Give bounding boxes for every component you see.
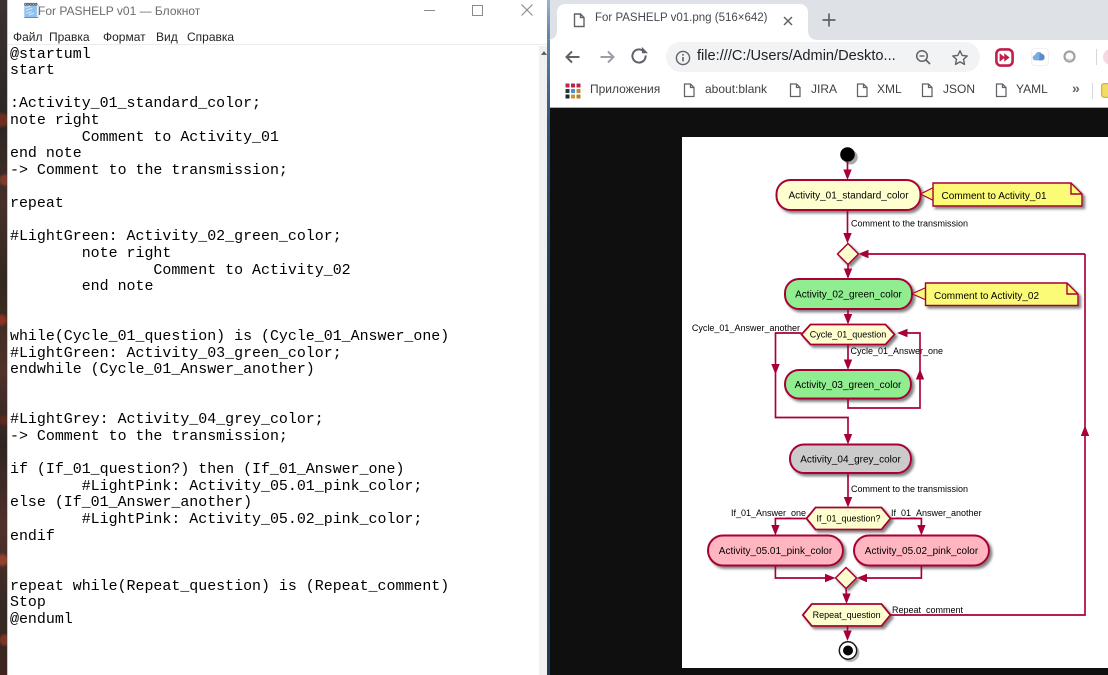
svg-text:Activity_01_standard_color: Activity_01_standard_color [788, 190, 909, 201]
svg-text:Activity_05.01_pink_color: Activity_05.01_pink_color [719, 546, 833, 557]
svg-text:Activity_05.02_pink_color: Activity_05.02_pink_color [865, 546, 979, 557]
svg-text:Repeat_question: Repeat_question [813, 610, 881, 620]
svg-text:Activity_04_grey_color: Activity_04_grey_color [800, 454, 901, 465]
svg-text:Cycle_01_question: Cycle_01_question [810, 329, 887, 339]
svg-text:Cycle_01_Answer_another: Cycle_01_Answer_another [692, 323, 800, 333]
svg-text:If_01_Answer_one: If_01_Answer_one [731, 508, 806, 518]
svg-text:Activity_03_green_color: Activity_03_green_color [795, 379, 902, 390]
svg-text:Repeat_comment: Repeat_comment [892, 605, 964, 615]
svg-text:If_01_question?: If_01_question? [816, 513, 880, 523]
svg-text:If_01_Answer_another: If_01_Answer_another [891, 508, 982, 518]
svg-text:Comment to the transmission: Comment to the transmission [851, 484, 968, 494]
svg-text:Activity_02_green_color: Activity_02_green_color [795, 289, 902, 300]
svg-text:Cycle_01_Answer_one: Cycle_01_Answer_one [851, 346, 944, 356]
svg-text:Comment to Activity_02: Comment to Activity_02 [934, 290, 1039, 301]
svg-text:Comment to Activity_01: Comment to Activity_01 [942, 191, 1047, 202]
svg-text:Comment to the transmission: Comment to the transmission [851, 218, 968, 228]
